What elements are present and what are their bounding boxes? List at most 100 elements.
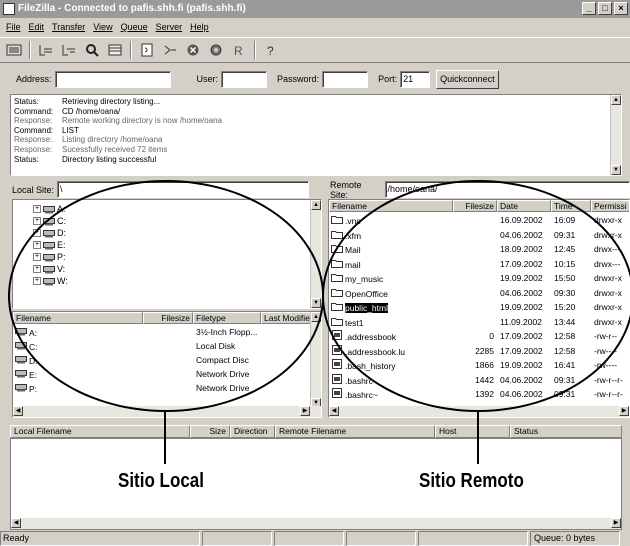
minimize-button[interactable]: _ <box>582 2 596 15</box>
queue-hscrollbar[interactable]: ◀ ▶ <box>11 518 621 529</box>
queue-col-remote-filename[interactable]: Remote Filename <box>275 425 435 438</box>
remote-file-row[interactable]: OpenOffice 04.06.2002 09:30 drwxr-x <box>329 286 629 300</box>
remote-file-time: 16:09 <box>554 215 576 225</box>
scroll-up-arrow-icon[interactable]: ▲ <box>311 312 321 322</box>
scroll-down-arrow-icon[interactable]: ▼ <box>611 165 621 175</box>
remote-file-row[interactable]: test1 11.09.2002 13:44 drwxr-x <box>329 315 629 329</box>
remote-col-time[interactable]: Time <box>551 200 591 212</box>
local-col-filesize[interactable]: Filesize <box>143 312 193 324</box>
remote-col-filename[interactable]: Filename <box>329 200 453 212</box>
site-manager-icon[interactable] <box>4 40 24 60</box>
toggle-remote-tree-icon[interactable] <box>82 40 102 60</box>
remote-file-row[interactable]: public_html 19.09.2002 15:20 drwxr-x <box>329 300 629 314</box>
local-site-input[interactable]: \ <box>57 181 310 198</box>
queue-col-size[interactable]: Size <box>190 425 230 438</box>
remote-file-row[interactable]: .vnc 16.09.2002 16:09 drwxr-x <box>329 213 629 227</box>
local-tree-drive[interactable]: + E: <box>33 239 66 251</box>
close-button[interactable]: × <box>614 2 628 15</box>
local-file-row[interactable]: D: Compact Disc <box>13 353 311 367</box>
remote-file-row[interactable]: Mail 18.09.2002 12:45 drwx--- <box>329 242 629 256</box>
quickconnect-button[interactable]: Quickconnect <box>436 69 499 89</box>
remote-file-row[interactable]: mail 17.09.2002 10:15 drwx--- <box>329 257 629 271</box>
local-list-scrollbar[interactable]: ▲ ▼ <box>310 312 321 408</box>
remote-file-row[interactable]: .bashrc 1442 04.06.2002 09:31 -rw-r--r- <box>329 373 629 387</box>
menu-queue[interactable]: Queue <box>121 19 148 36</box>
local-tree-scrollbar[interactable]: ▲ ▼ <box>310 200 321 308</box>
user-input[interactable] <box>221 70 268 88</box>
expand-plus-icon[interactable]: + <box>33 229 41 237</box>
scroll-right-arrow-icon[interactable]: ▶ <box>619 406 629 416</box>
scroll-left-arrow-icon[interactable]: ◀ <box>11 518 21 528</box>
toggle-log-icon[interactable] <box>36 40 56 60</box>
expand-plus-icon[interactable]: + <box>33 217 41 225</box>
expand-plus-icon[interactable]: + <box>33 253 41 261</box>
remote-file-row[interactable]: .addressbook 0 17.09.2002 12:58 -rw-r-- <box>329 329 629 343</box>
remote-file-row[interactable]: .xfm 04.06.2002 09:31 drwxr-x <box>329 228 629 242</box>
local-tree-drive[interactable]: + A: <box>33 203 66 215</box>
remote-col-filesize[interactable]: Filesize <box>453 200 497 212</box>
toggle-local-tree-icon[interactable] <box>59 40 79 60</box>
reconnect-icon[interactable]: R <box>229 40 249 60</box>
remote-file-row[interactable]: .bashrc~ 1392 04.06.2002 09:31 -rw-r--r- <box>329 387 629 401</box>
port-input[interactable]: 21 <box>400 70 431 88</box>
remote-list-hscrollbar[interactable]: ◀ ▶ <box>329 406 629 417</box>
password-input[interactable] <box>322 70 369 88</box>
expand-plus-icon[interactable]: + <box>33 205 41 213</box>
remote-file-time: 09:31 <box>554 229 576 240</box>
menu-file[interactable]: File <box>6 19 21 36</box>
remote-col-date[interactable]: Date <box>497 200 551 212</box>
expand-plus-icon[interactable]: + <box>33 241 41 249</box>
local-col-filename[interactable]: Filename <box>13 312 143 324</box>
remote-caption-leader-line <box>477 412 479 464</box>
remote-col-permissions[interactable]: Permissi <box>591 200 629 212</box>
log-scrollbar[interactable]: ▲ ▼ <box>610 95 621 175</box>
scroll-right-arrow-icon[interactable]: ▶ <box>611 518 621 528</box>
remote-file-row[interactable]: .addressbook.lu 2285 17.09.2002 12:58 -rw---… <box>329 344 629 358</box>
remote-file-name: my_music <box>345 274 384 284</box>
scroll-left-arrow-icon[interactable]: ◀ <box>13 406 23 416</box>
local-file-type: 3½-Inch Flopp... <box>196 327 258 337</box>
remote-site-input[interactable]: /home/oana/ <box>384 181 630 198</box>
queue-col-status[interactable]: Status <box>510 425 622 438</box>
address-input[interactable] <box>54 70 171 88</box>
maximize-button[interactable]: □ <box>598 2 612 15</box>
local-file-row[interactable]: A: 3½-Inch Flopp... <box>13 325 311 339</box>
menu-transfer[interactable]: Transfer <box>52 19 85 36</box>
local-tree-drive[interactable]: + C: <box>33 215 66 227</box>
local-tree-drive[interactable]: + W: <box>33 275 68 287</box>
menu-server[interactable]: Server <box>156 19 183 36</box>
local-list-hscrollbar[interactable]: ◀ ▶ <box>13 406 321 417</box>
svg-text:?: ? <box>267 44 274 57</box>
expand-plus-icon[interactable]: + <box>33 277 41 285</box>
menu-help[interactable]: Help <box>190 19 209 36</box>
local-tree-drive-label: P: <box>57 252 66 262</box>
help-icon[interactable]: ? <box>261 40 281 60</box>
toggle-queue-icon[interactable] <box>105 40 125 60</box>
disconnect-icon[interactable] <box>206 40 226 60</box>
scroll-down-arrow-icon[interactable]: ▼ <box>311 298 321 308</box>
refresh-icon[interactable] <box>137 40 157 60</box>
menu-view[interactable]: View <box>93 19 112 36</box>
remote-file-row[interactable]: .bash_history 1866 19.09.2002 16:41 -rw---- <box>329 358 629 372</box>
local-file-row[interactable]: P: Network Drive <box>13 381 311 395</box>
queue-col-direction[interactable]: Direction <box>230 425 275 438</box>
expand-plus-icon[interactable]: + <box>33 265 41 273</box>
local-file-row[interactable]: C: Local Disk <box>13 339 311 353</box>
drive-icon <box>43 254 55 262</box>
remote-file-name: public_html <box>345 303 388 313</box>
process-queue-icon[interactable] <box>160 40 180 60</box>
local-tree-drive[interactable]: + P: <box>33 251 66 263</box>
local-col-filetype[interactable]: Filetype <box>193 312 261 324</box>
scroll-up-arrow-icon[interactable]: ▲ <box>311 200 321 210</box>
scroll-right-arrow-icon[interactable]: ▶ <box>300 406 310 416</box>
local-tree-drive[interactable]: + D: <box>33 227 66 239</box>
remote-file-row[interactable]: my_music 19.09.2002 15:50 drwxr-x <box>329 271 629 285</box>
queue-col-local-filename[interactable]: Local Filename <box>10 425 190 438</box>
scroll-left-arrow-icon[interactable]: ◀ <box>329 406 339 416</box>
scroll-up-arrow-icon[interactable]: ▲ <box>611 95 621 105</box>
local-tree-drive[interactable]: + V: <box>33 263 65 275</box>
cancel-icon[interactable] <box>183 40 203 60</box>
local-file-row[interactable]: E: Network Drive <box>13 367 311 381</box>
queue-col-host[interactable]: Host <box>435 425 510 438</box>
menu-edit[interactable]: Edit <box>29 19 45 36</box>
